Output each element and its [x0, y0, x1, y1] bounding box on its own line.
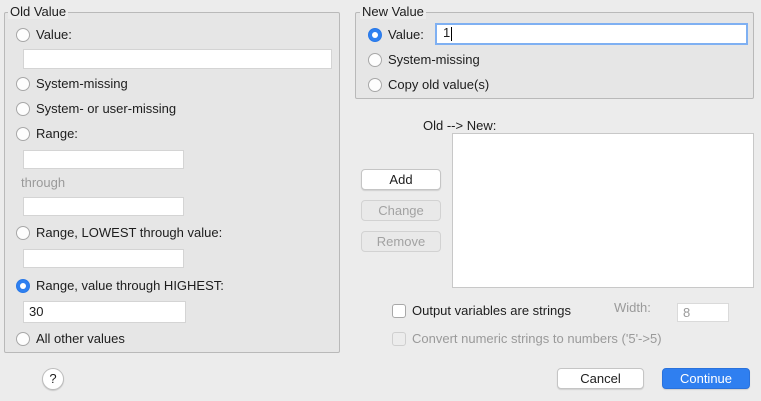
system-missing-label: System-missing [36, 76, 128, 91]
width-input[interactable]: 8 [677, 303, 729, 322]
range-lowest-radio[interactable] [16, 226, 30, 240]
range-label: Range: [36, 126, 78, 141]
cancel-button[interactable]: Cancel [557, 368, 644, 389]
new-value-label: Value: [388, 27, 424, 42]
width-label: Width: [614, 300, 651, 315]
old-value-title: Old Value [8, 4, 69, 19]
new-value-title: New Value [360, 4, 426, 19]
old-new-header: Old --> New: [423, 118, 497, 133]
range-radio[interactable] [16, 127, 30, 141]
convert-numeric-label: Convert numeric strings to numbers ('5'-… [412, 331, 662, 346]
all-other-values-label: All other values [36, 331, 125, 346]
range-highest-input[interactable]: 30 [23, 301, 186, 323]
new-value-input-text: 1 [443, 25, 451, 40]
system-or-user-missing-label: System- or user-missing [36, 101, 177, 116]
old-value-label: Value: [36, 27, 72, 42]
new-system-missing-radio[interactable] [368, 53, 382, 67]
range-lowest-label: Range, LOWEST through value: [36, 225, 223, 240]
range-from-input[interactable] [23, 150, 184, 169]
change-button[interactable]: Change [361, 200, 441, 221]
range-lowest-input[interactable] [23, 249, 184, 268]
old-value-radio[interactable] [16, 28, 30, 42]
copy-old-values-label: Copy old value(s) [388, 77, 490, 92]
continue-button[interactable]: Continue [662, 368, 750, 389]
range-highest-label: Range, value through HIGHEST: [36, 278, 224, 293]
help-button[interactable]: ? [42, 368, 64, 390]
old-value-input[interactable] [23, 49, 332, 69]
new-value-input[interactable]: 1 [435, 23, 748, 45]
output-strings-label: Output variables are strings [412, 303, 571, 318]
system-or-user-missing-radio[interactable] [16, 102, 30, 116]
new-value-radio[interactable] [368, 28, 382, 42]
add-button[interactable]: Add [361, 169, 441, 190]
convert-numeric-checkbox[interactable] [392, 332, 406, 346]
copy-old-values-radio[interactable] [368, 78, 382, 92]
output-strings-checkbox[interactable] [392, 304, 406, 318]
old-new-list[interactable] [452, 133, 754, 288]
remove-button[interactable]: Remove [361, 231, 441, 252]
through-label: through [21, 175, 66, 190]
range-to-input[interactable] [23, 197, 184, 216]
new-system-missing-label: System-missing [388, 52, 480, 67]
range-highest-radio[interactable] [16, 279, 30, 293]
all-other-values-radio[interactable] [16, 332, 30, 346]
text-caret [451, 26, 453, 41]
system-missing-radio[interactable] [16, 77, 30, 91]
